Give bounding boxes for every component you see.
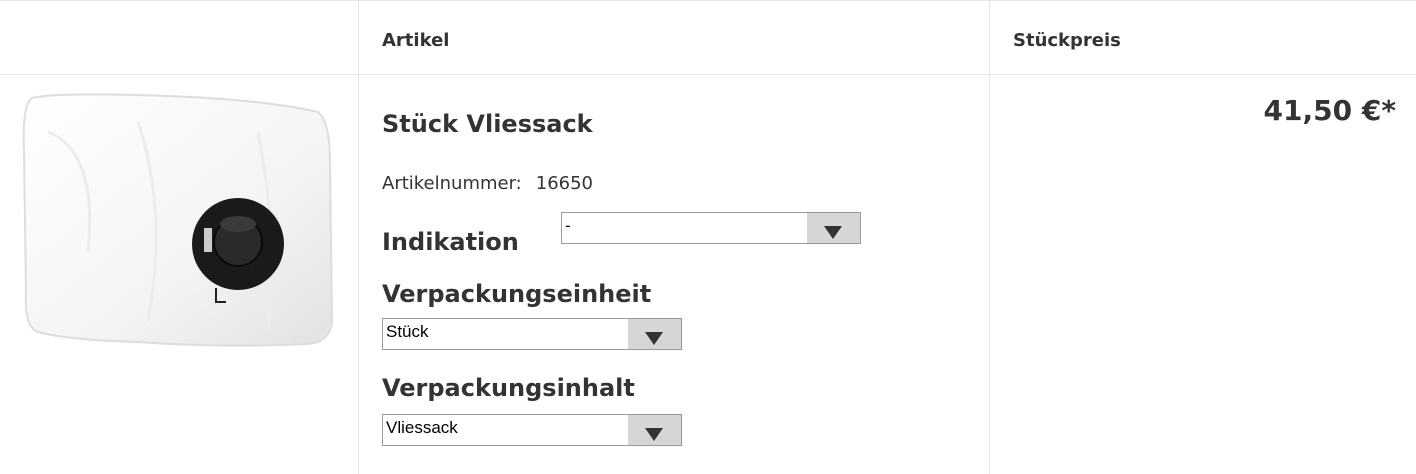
verpackungseinheit-selected-value: Stück (386, 322, 429, 341)
product-name[interactable]: Stück Vliessack (382, 110, 593, 138)
indikation-select[interactable]: - (561, 212, 861, 244)
chevron-down-icon (645, 428, 663, 441)
chevron-down-icon (645, 332, 663, 345)
article-number-value: 16650 (535, 173, 594, 194)
verpackungseinheit-dropdown-button[interactable] (628, 319, 681, 349)
header-article: Artikel (382, 30, 450, 51)
indikation-dropdown-button[interactable] (807, 213, 860, 243)
chevron-down-icon (824, 226, 842, 239)
verpackungsinhalt-select[interactable]: Vliessack (382, 414, 682, 446)
indikation-selected-value: - (565, 216, 571, 235)
header-divider (0, 74, 1416, 75)
option-label-indikation: Indikation (382, 228, 519, 256)
article-number-label: Artikelnummer: (382, 173, 522, 194)
option-label-verpackungsinhalt: Verpackungsinhalt (382, 374, 635, 402)
table-border-top (0, 0, 1416, 1)
header-unit-price: Stückpreis (1013, 30, 1121, 51)
article-number: Artikelnummer: 16650 (382, 173, 593, 194)
column-divider-2 (989, 0, 990, 474)
column-divider-1 (358, 0, 359, 474)
unit-price: 41,50 €* (1263, 94, 1396, 127)
cart-table: Artikel Stückpreis Stück Vliessack Artik… (0, 0, 1416, 474)
product-image[interactable] (18, 92, 338, 348)
verpackungsinhalt-selected-value: Vliessack (386, 418, 458, 437)
option-label-verpackungseinheit: Verpackungseinheit (382, 280, 652, 308)
verpackungseinheit-select[interactable]: Stück (382, 318, 682, 350)
verpackungsinhalt-dropdown-button[interactable] (628, 415, 681, 445)
